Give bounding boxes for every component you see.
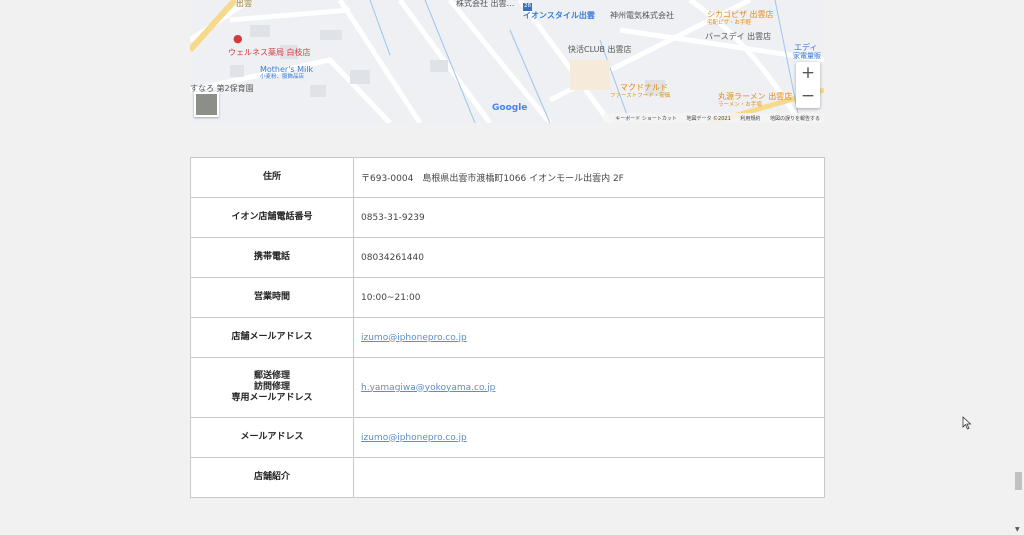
- scrollbar-thumb[interactable]: [1015, 472, 1022, 490]
- zoom-out-button[interactable]: −: [796, 85, 820, 108]
- map-sublabel: 家電量販: [793, 52, 821, 60]
- email-link[interactable]: izumo@iphonepro.co.jp: [361, 433, 467, 443]
- row-label: イオン店舗電話番号: [190, 197, 354, 238]
- row-value: 10:00~21:00: [353, 277, 825, 318]
- row-label: 店舗メールアドレス: [190, 317, 354, 358]
- table-row: 携帯電話 08034261440: [190, 237, 825, 278]
- table-row: イオン店舗電話番号 0853-31-9239: [190, 197, 825, 238]
- keyboard-shortcuts-link[interactable]: キーボード ショートカット: [615, 116, 677, 122]
- pharmacy-pin-icon[interactable]: ●: [233, 33, 243, 44]
- map-label[interactable]: 丸源ラーメン 出雲店: [718, 93, 792, 101]
- label-line: 訪問修理: [253, 382, 290, 393]
- label-line: 郵送修理: [253, 371, 290, 382]
- row-value: 0853-31-9239: [353, 197, 825, 238]
- google-logo: Google: [492, 103, 528, 113]
- table-row: 住所 〒693-0004 島根県出雲市渡橋町1066 イオンモール出雲内 2F: [190, 157, 825, 198]
- table-row: 店舗紹介: [190, 457, 825, 498]
- store-info-table: 住所 〒693-0004 島根県出雲市渡橋町1066 イオンモール出雲内 2F イ…: [190, 157, 825, 498]
- zoom-controls: + −: [796, 62, 820, 108]
- map-sublabel: 宅配ピザ・お手軽: [707, 20, 752, 26]
- map-sublabel: 小麦粉、服飾品店: [260, 74, 305, 80]
- map-label[interactable]: 神州電気株式会社: [610, 12, 674, 20]
- row-label: 店舗紹介: [190, 457, 354, 498]
- map-label[interactable]: シカゴピザ 出雲店: [707, 11, 774, 19]
- row-value: 08034261440: [353, 237, 825, 278]
- row-label: 郵送修理 訪問修理 専用メールアドレス: [190, 357, 354, 418]
- map-label[interactable]: 快活CLUB 出雲店: [568, 46, 632, 54]
- map-label[interactable]: バースデイ 出雲店: [705, 33, 771, 41]
- table-row: メールアドレス izumo@iphonepro.co.jp: [190, 417, 825, 458]
- terms-link[interactable]: 利用規約: [740, 116, 760, 122]
- map-label[interactable]: Mother's Milk: [260, 66, 313, 74]
- mouse-cursor-icon: [962, 416, 972, 430]
- table-row: 営業時間 10:00~21:00: [190, 277, 825, 318]
- table-row: 郵送修理 訪問修理 専用メールアドレス h.yamagiwa@yokoyama.co.…: [190, 357, 825, 418]
- map-attribution: キーボード ショートカット 地図データ ©2021 利用規約 地図の誤りを報告す…: [603, 113, 824, 123]
- label-line: 専用メールアドレス: [231, 392, 313, 403]
- scroll-down-arrow-icon[interactable]: ▼: [1015, 526, 1020, 533]
- repair-email-link[interactable]: h.yamagiwa@yokoyama.co.jp: [361, 383, 495, 393]
- row-value: 〒693-0004 島根県出雲市渡橋町1066 イオンモール出雲内 2F: [353, 157, 825, 198]
- row-label: 住所: [190, 157, 354, 198]
- row-label: 携帯電話: [190, 237, 354, 278]
- map-label[interactable]: イオンスタイル出雲: [523, 12, 595, 20]
- map-label: 株式会社 出雲…: [456, 0, 515, 8]
- map-sublabel: ファーストフード・安価: [610, 93, 671, 99]
- store-email-link[interactable]: izumo@iphonepro.co.jp: [361, 333, 467, 343]
- row-value: [353, 457, 825, 498]
- map-data-text: 地図データ ©2021: [686, 116, 731, 122]
- road-label: 出雲: [236, 0, 252, 8]
- map-label[interactable]: エディ: [794, 44, 817, 52]
- route-shield: 28: [523, 3, 532, 11]
- google-map[interactable]: 株式会社 出雲… イオンスタイル出雲 神州電気株式会社 シカゴピザ 出雲店 宅配…: [190, 0, 824, 123]
- map-label[interactable]: マクドナルド: [620, 84, 668, 92]
- zoom-in-button[interactable]: +: [796, 62, 820, 85]
- map-label[interactable]: ウェルネス薬局 白枝店: [228, 49, 311, 57]
- satellite-toggle[interactable]: [194, 92, 219, 117]
- report-error-link[interactable]: 地図の誤りを報告する: [770, 116, 820, 122]
- table-row: 店舗メールアドレス izumo@iphonepro.co.jp: [190, 317, 825, 358]
- page-scrollbar[interactable]: ▼: [1012, 0, 1024, 535]
- row-label: 営業時間: [190, 277, 354, 318]
- map-sublabel: ラーメン・お手頃: [718, 102, 762, 108]
- row-label: メールアドレス: [190, 417, 354, 458]
